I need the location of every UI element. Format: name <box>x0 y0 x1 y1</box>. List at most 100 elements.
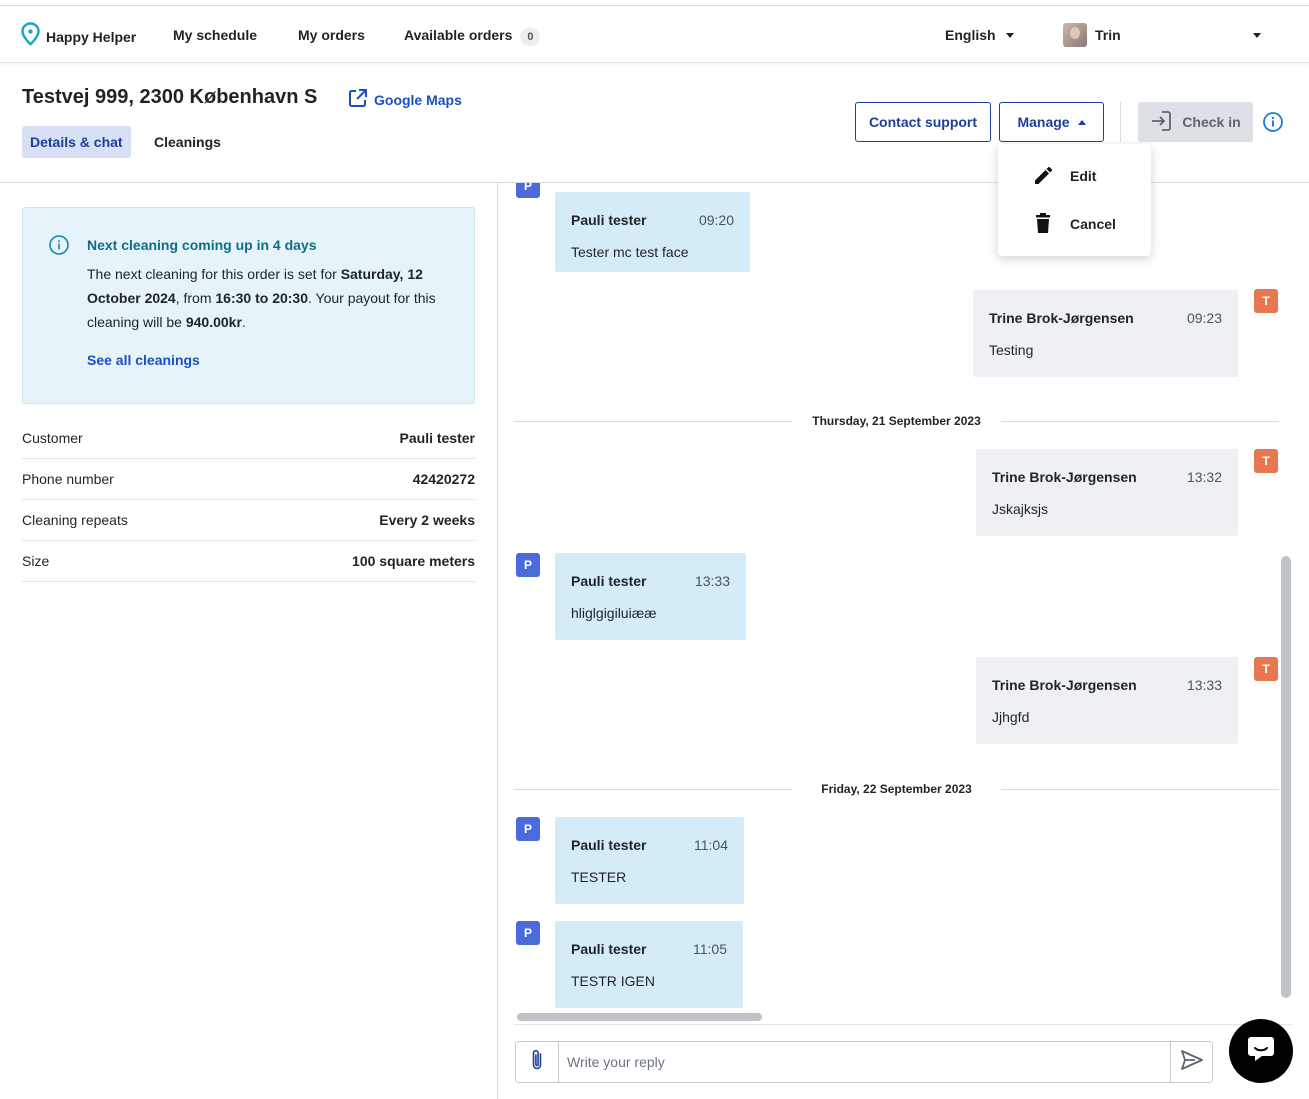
message-time: 09:20 <box>698 212 734 228</box>
nav-available-orders-label: Available orders <box>404 27 513 43</box>
reply-box <box>515 1041 1213 1083</box>
pencil-icon <box>1032 164 1054 189</box>
info-icon <box>48 234 70 261</box>
trash-icon <box>1032 212 1054 237</box>
brand[interactable]: Happy Helper <box>21 22 136 51</box>
google-maps-label: Google Maps <box>374 91 462 108</box>
available-orders-count-badge: 0 <box>520 28 541 46</box>
message-time: 11:05 <box>693 941 727 957</box>
sign-in-icon <box>1150 110 1172 135</box>
message-text: Tester mc test face <box>571 244 689 260</box>
avatar-trine: T <box>1254 657 1278 681</box>
reply-input[interactable] <box>567 1042 1167 1082</box>
user-menu-chevron-down-icon[interactable] <box>1253 33 1261 38</box>
notice-text-4: . <box>241 314 246 330</box>
detail-label: Size <box>22 553 50 569</box>
chat-message: Pauli tester 11:05 TESTR IGEN <box>555 921 743 1008</box>
contact-support-button[interactable]: Contact support <box>855 102 991 142</box>
chat-message: Pauli tester 13:33 hliglgigiluiææ <box>555 553 746 640</box>
nav-available-orders[interactable]: Available orders 0 <box>404 27 541 46</box>
info-icon[interactable] <box>1262 111 1284 138</box>
chevron-up-icon <box>1077 119 1086 125</box>
language-select[interactable]: English <box>945 27 1014 43</box>
avatar-pauli: P <box>516 817 540 841</box>
avatar-pauli: P <box>516 921 540 945</box>
chat-horizontal-scrollbar[interactable] <box>517 1013 762 1021</box>
chat-vertical-scrollbar[interactable] <box>1281 556 1291 998</box>
chat-message: Pauli tester 11:04 TESTER <box>555 817 744 904</box>
detail-row-repeats: Cleaning repeats Every 2 weeks <box>22 500 475 541</box>
user-name: Trin <box>1095 27 1121 43</box>
nav-my-orders[interactable]: My orders <box>298 27 365 43</box>
avatar-trine: T <box>1254 449 1278 473</box>
notice-text-1: The next cleaning for this order is set … <box>87 266 341 282</box>
detail-label: Customer <box>22 430 83 446</box>
message-time: 13:32 <box>1186 469 1222 485</box>
menu-item-label: Cancel <box>1070 216 1116 232</box>
message-text: TESTER <box>571 869 627 885</box>
detail-value: Every 2 weeks <box>379 512 475 528</box>
attach-button[interactable] <box>516 1042 559 1082</box>
send-button[interactable] <box>1170 1042 1212 1082</box>
message-author: Pauli tester <box>571 573 647 589</box>
chat-message: Trine Brok-Jørgensen 13:33 Jjhgfd <box>976 657 1238 744</box>
detail-value: 100 square meters <box>352 553 475 569</box>
message-text: hliglgigiluiææ <box>571 605 657 621</box>
user-menu[interactable]: Trin <box>1063 23 1121 47</box>
external-link-icon <box>348 88 368 111</box>
details-panel: Next cleaning coming up in 4 days The ne… <box>0 183 498 1099</box>
check-in-label: Check in <box>1182 114 1241 130</box>
detail-row-phone: Phone number 42420272 <box>22 459 475 500</box>
chat-bubble-icon <box>1246 1035 1276 1068</box>
menu-item-edit[interactable]: Edit <box>998 152 1151 200</box>
message-time: 09:23 <box>1186 310 1222 326</box>
message-text: TESTR IGEN <box>571 973 656 989</box>
avatar-pauli: P <box>516 553 540 577</box>
message-time: 13:33 <box>1186 677 1222 693</box>
send-icon <box>1180 1049 1203 1075</box>
google-maps-link[interactable]: Google Maps <box>348 88 462 111</box>
detail-row-customer: Customer Pauli tester <box>22 418 475 459</box>
message-author: Pauli tester <box>571 837 647 853</box>
chat-divider <box>514 1024 1293 1025</box>
check-in-button[interactable]: Check in <box>1138 102 1253 142</box>
message-author: Pauli tester <box>571 212 647 228</box>
chat-message: Trine Brok-Jørgensen 09:23 Testing <box>973 290 1238 377</box>
message-author: Trine Brok-Jørgensen <box>992 469 1137 485</box>
user-avatar <box>1063 23 1087 47</box>
tab-cleanings[interactable]: Cleanings <box>146 126 229 158</box>
map-pin-icon <box>21 22 40 51</box>
message-time: 11:04 <box>694 837 728 853</box>
notice-body: The next cleaning for this order is set … <box>87 262 457 334</box>
language-label: English <box>945 27 996 43</box>
chevron-down-icon <box>1005 32 1014 38</box>
manage-button[interactable]: Manage <box>999 102 1104 142</box>
detail-label: Cleaning repeats <box>22 512 128 528</box>
detail-value: Pauli tester <box>399 430 475 446</box>
menu-item-cancel[interactable]: Cancel <box>998 200 1151 248</box>
navbar: Happy Helper My schedule My orders Avail… <box>0 7 1309 63</box>
day-separator-label: Friday, 22 September 2023 <box>821 782 972 796</box>
next-cleaning-notice: Next cleaning coming up in 4 days The ne… <box>22 207 475 404</box>
chat-thread[interactable]: P Pauli tester 09:20 Tester mc test face… <box>514 183 1279 1023</box>
detail-label: Phone number <box>22 471 114 487</box>
notice-time: 16:30 to 20:30 <box>215 290 308 306</box>
notice-title: Next cleaning coming up in 4 days <box>87 237 317 253</box>
message-author: Trine Brok-Jørgensen <box>989 310 1134 326</box>
page-title: Testvej 999, 2300 København S <box>22 86 318 108</box>
message-text: Testing <box>989 342 1034 358</box>
chat-message: Trine Brok-Jørgensen 13:32 Jskajksjs <box>976 449 1238 536</box>
message-text: Jskajksjs <box>992 501 1049 517</box>
message-author: Pauli tester <box>571 941 647 957</box>
nav-my-schedule[interactable]: My schedule <box>173 27 257 43</box>
see-all-cleanings-link[interactable]: See all cleanings <box>87 352 200 368</box>
menu-item-label: Edit <box>1070 168 1097 184</box>
support-chat-button[interactable] <box>1229 1019 1293 1083</box>
order-details-list: Customer Pauli tester Phone number 4242027… <box>22 418 475 582</box>
tab-details-chat[interactable]: Details & chat <box>22 126 131 158</box>
message-author: Trine Brok-Jørgensen <box>992 677 1137 693</box>
window-top-strip <box>0 0 1309 6</box>
notice-text-2: , from <box>175 290 216 306</box>
message-time: 13:33 <box>694 573 730 589</box>
detail-value: 42420272 <box>412 471 475 487</box>
